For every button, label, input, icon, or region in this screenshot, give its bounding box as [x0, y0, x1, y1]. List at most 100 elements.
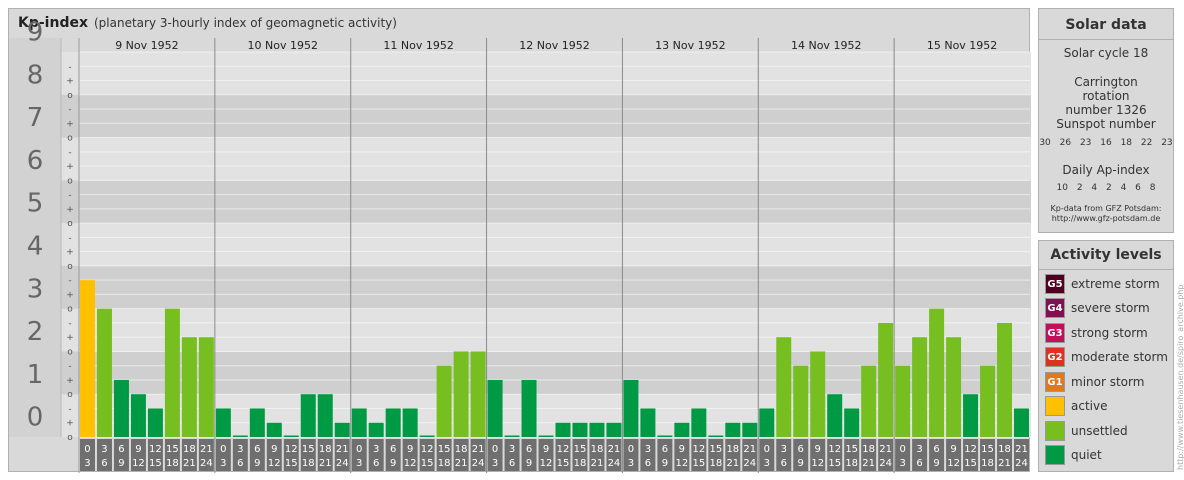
- kp-chart-panel: Kp-index (planetary 3-hourly index of geo…: [8, 8, 1031, 473]
- time-slot-start: 3: [645, 444, 651, 455]
- kp-bar: [657, 435, 673, 437]
- credit-link[interactable]: http://www.tiesenhausen.de/spiro_archive…: [1176, 285, 1184, 470]
- kp-bar: [487, 379, 503, 437]
- time-slot-end: 24: [1015, 458, 1028, 469]
- kp-bar: [708, 435, 724, 437]
- time-slot-end: 9: [390, 458, 396, 469]
- time-slot-end: 21: [183, 458, 196, 469]
- time-slot-end: 15: [149, 458, 162, 469]
- day-label: 13 Nov 1952: [655, 39, 725, 52]
- kp-band: [9, 137, 1031, 181]
- y-third-mark: o: [67, 176, 73, 186]
- time-slot-end: 18: [438, 458, 451, 469]
- kp-bar: [453, 351, 469, 437]
- kp-bar: [640, 408, 656, 437]
- time-slot-end: 6: [645, 458, 651, 469]
- kp-bar: [997, 322, 1013, 437]
- legend-item-active: active: [1045, 396, 1107, 416]
- kp-bar: [980, 365, 996, 437]
- time-slot-end: 12: [811, 458, 824, 469]
- time-slot-start: 6: [798, 444, 804, 455]
- time-slot-start: 6: [526, 444, 532, 455]
- time-slot-end: 3: [492, 458, 498, 469]
- legend-swatch-quiet: [1045, 445, 1065, 465]
- kp-band: [9, 308, 1031, 352]
- kp-bar: [368, 422, 384, 437]
- y-tick-label: 2: [27, 317, 44, 347]
- time-slot-start: 9: [679, 444, 685, 455]
- time-slot-end: 24: [472, 458, 485, 469]
- kp-bar: [759, 408, 775, 437]
- day-label: 10 Nov 1952: [248, 39, 318, 52]
- kp-bar: [351, 408, 367, 437]
- time-slot-start: 9: [135, 444, 141, 455]
- legend-item-minor-storm: G1 minor storm: [1045, 372, 1144, 392]
- time-slot-end: 21: [455, 458, 468, 469]
- time-slot-end: 15: [557, 458, 570, 469]
- time-slot-end: 15: [828, 458, 841, 469]
- time-slot-end: 21: [862, 458, 875, 469]
- time-slot-start: 3: [237, 444, 243, 455]
- time-slot-start: 18: [319, 444, 332, 455]
- time-slot-start: 15: [302, 444, 315, 455]
- sunspot-values: 30 26 23 16 18 22 23: [1039, 138, 1173, 148]
- time-slot-end: 6: [916, 458, 922, 469]
- time-slot-end: 3: [220, 458, 226, 469]
- legend-item-extreme-storm: G5 extreme storm: [1045, 274, 1160, 294]
- day-label: 15 Nov 1952: [927, 39, 997, 52]
- time-slot-end: 3: [764, 458, 770, 469]
- day-label: 9 Nov 1952: [115, 39, 178, 52]
- y-third-mark: +: [66, 205, 74, 215]
- y-third-mark: +: [66, 77, 74, 87]
- time-slot-start: 15: [166, 444, 179, 455]
- sunspot-label: Sunspot number: [1056, 117, 1156, 131]
- solar-data-panel: Solar data Solar cycle 18 Carrington rot…: [1038, 8, 1174, 233]
- y-third-mark: o: [67, 134, 73, 144]
- y-third-mark: +: [66, 419, 74, 429]
- time-slot-start: 0: [899, 444, 905, 455]
- time-slot-start: 0: [84, 444, 90, 455]
- kp-bar: [300, 394, 316, 437]
- kp-bar: [861, 365, 877, 437]
- kp-bar: [742, 422, 758, 437]
- legend-label: moderate storm: [1071, 350, 1168, 364]
- time-slot-end: 9: [118, 458, 124, 469]
- kp-bar: [181, 337, 197, 437]
- kp-band: [9, 94, 1031, 138]
- time-slot-start: 21: [879, 444, 892, 455]
- legend-item-unsettled: unsettled: [1045, 421, 1128, 441]
- time-slot-end: 6: [509, 458, 515, 469]
- time-slot-end: 18: [166, 458, 179, 469]
- kp-bar: [130, 394, 146, 437]
- kp-bar: [249, 408, 265, 437]
- time-slot-start: 3: [509, 444, 515, 455]
- kp-band: [9, 351, 1031, 395]
- time-slot-start: 21: [1015, 444, 1028, 455]
- time-slot-start: 6: [118, 444, 124, 455]
- kp-bar: [147, 408, 163, 437]
- time-slot-end: 6: [237, 458, 243, 469]
- solar-cycle: Solar cycle 18: [1063, 46, 1149, 60]
- time-slot-start: 0: [764, 444, 770, 455]
- time-slot-start: 6: [390, 444, 396, 455]
- time-slot-end: 24: [200, 458, 213, 469]
- legend-swatch-g2: G2: [1045, 347, 1065, 367]
- y-third-mark: +: [66, 290, 74, 300]
- kp-bar: [572, 422, 588, 437]
- time-slot-start: 9: [950, 444, 956, 455]
- solar-data-title: Solar data: [1065, 17, 1147, 33]
- y-third-mark: +: [66, 333, 74, 343]
- kp-bar: [946, 337, 962, 437]
- time-slot-end: 15: [421, 458, 434, 469]
- time-slot-start: 12: [692, 444, 705, 455]
- time-slot-start: 0: [628, 444, 634, 455]
- time-slot-end: 3: [84, 458, 90, 469]
- time-slot-start: 21: [200, 444, 213, 455]
- solar-divider: [1039, 39, 1173, 40]
- time-slot-end: 3: [356, 458, 362, 469]
- kp-bar: [895, 365, 911, 437]
- kp-band: [9, 265, 1031, 309]
- time-slot-start: 18: [998, 444, 1011, 455]
- time-slot-end: 15: [692, 458, 705, 469]
- kp-bar: [232, 435, 248, 437]
